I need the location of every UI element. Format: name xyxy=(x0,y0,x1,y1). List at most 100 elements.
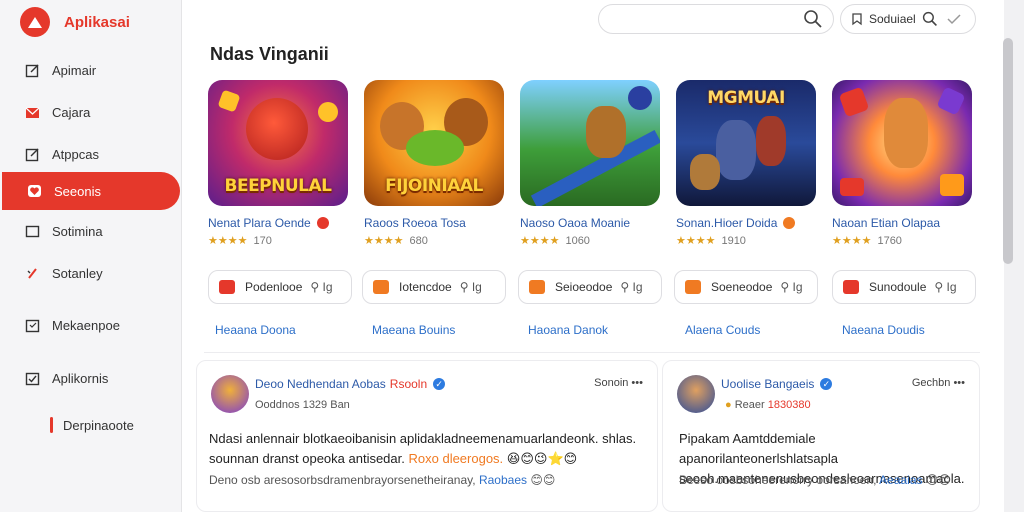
sidebar-item-label: Cajara xyxy=(52,104,91,120)
avatar[interactable] xyxy=(211,375,249,413)
sidebar-subitem[interactable]: Derpinaoote xyxy=(0,406,182,444)
app-card-3[interactable]: Naoso Oaoa Moanie ★★★★ 1060 xyxy=(520,80,670,247)
checkmark-icon[interactable] xyxy=(946,13,962,25)
square-icon xyxy=(24,223,40,239)
sidebar-item-label: Mekaenpoe xyxy=(52,317,120,333)
search-input[interactable] xyxy=(598,4,834,34)
app-title: Naoso Oaoa Moanie xyxy=(520,216,631,230)
sidebar-item-3[interactable]: Atppcas xyxy=(0,135,182,173)
app-link[interactable]: Alaena Couds xyxy=(685,323,760,337)
pin-icon: ⚲ Ig xyxy=(934,280,957,294)
app-action-button[interactable]: Seioeodoe ⚲ Ig xyxy=(518,270,662,304)
app-banner-text: FIJOINIAAL xyxy=(385,176,483,196)
main-panel: Soduiael Ndas Vinganii BEEPNULAL Nenat P… xyxy=(182,0,1004,512)
post-meta: Ooddnos 1329 Ban xyxy=(255,399,350,411)
app-thumbnail[interactable] xyxy=(832,80,972,206)
emoji-icon: 😊😊 xyxy=(530,473,556,487)
brand[interactable]: Aplikasai xyxy=(20,7,130,37)
app-link[interactable]: Naeana Doudis xyxy=(842,323,925,337)
sidebar-item-1[interactable]: Apimair xyxy=(0,51,182,89)
app-thumbnail[interactable]: FIJOINIAAL xyxy=(364,80,504,206)
app-link[interactable]: Haoana Danok xyxy=(528,323,608,337)
action-label: Sunodoule xyxy=(869,280,927,294)
sidebar-item-5[interactable]: Sotimina xyxy=(0,212,182,250)
app-banner-text: MGMUAI xyxy=(707,88,785,108)
search-icon[interactable] xyxy=(922,11,938,27)
post-meta: ● Reaer 1830380 xyxy=(725,399,811,411)
app-rating: ★★★★ 1060 xyxy=(520,234,590,248)
app-link[interactable]: Maeana Bouins xyxy=(372,323,455,337)
app-link[interactable]: Heaana Doona xyxy=(215,323,296,337)
app-title: Sonan.Hioer Doida xyxy=(676,216,826,230)
sidebar-item-label: Seeonis xyxy=(54,183,101,199)
avatar[interactable] xyxy=(677,375,715,413)
sidebar-item-label: Sotimina xyxy=(52,223,103,239)
bookmark-icon xyxy=(373,280,389,294)
app-card-5[interactable]: Naoan Etian Olapaa ★★★★ 1760 xyxy=(832,80,982,247)
post-menu[interactable]: Sonoin ••• xyxy=(594,377,643,389)
sidebar-item-6[interactable]: Sotanley xyxy=(0,254,182,292)
app-card-2[interactable]: FIJOINIAAL Raoos Roeoa Tosa ★★★★ 680 xyxy=(364,80,514,247)
app-action-button[interactable]: Podenlooe ⚲ Ig xyxy=(208,270,352,304)
sidebar-item-8[interactable]: Aplikornis xyxy=(0,359,182,397)
app-thumbnail[interactable]: BEEPNULAL xyxy=(208,80,348,206)
app-thumbnail[interactable]: MGMUAI xyxy=(676,80,816,206)
filter-search[interactable]: Soduiael xyxy=(840,4,976,34)
section-title: Ndas Vinganii xyxy=(210,44,329,64)
sidebar-item-label: Apimair xyxy=(52,62,97,78)
sidebar-item-2[interactable]: Cajara xyxy=(0,93,182,131)
app-card-1[interactable]: BEEPNULAL Nenat Plara Oende ★★★★ 170 xyxy=(208,80,358,247)
verified-check-icon: ✓ xyxy=(820,378,833,390)
post-footer: Beeso oosbsoheerenorry oorsanoen, Aeaaia… xyxy=(679,473,951,487)
app-action-button[interactable]: Soeneodoe ⚲ Ig xyxy=(674,270,818,304)
tag-icon xyxy=(852,13,862,26)
sidebar-item-7[interactable]: Mekaenpoe xyxy=(0,306,182,344)
search-icon[interactable] xyxy=(803,9,823,34)
app-title: Raoos Roeoa Tosa xyxy=(364,216,466,230)
app-rating: ★★★★ 170 xyxy=(208,234,272,248)
edit-icon xyxy=(24,146,40,162)
app-rating: ★★★★ 1910 xyxy=(676,234,746,248)
sidebar-item-label: Derpinaoote xyxy=(63,417,134,433)
app-rating: ★★★★ 1760 xyxy=(832,234,902,248)
pin-icon: ⚲ Ig xyxy=(620,280,643,294)
app-action-button[interactable]: Iotencdoe ⚲ Ig xyxy=(362,270,506,304)
action-label: Seioeodoe xyxy=(555,280,613,294)
post-card-1: Deoo Nedhendan Aobas Rsooln ✓ Ooddnos 13… xyxy=(196,360,658,512)
bookmark-icon xyxy=(843,280,859,294)
heart-icon xyxy=(26,183,42,199)
post-card-2: Uoolise Bangaeis ✓ ● Reaer 1830380 Gechb… xyxy=(662,360,980,512)
action-label: Iotencdoe xyxy=(399,280,452,294)
action-label: Podenlooe xyxy=(245,280,303,294)
app-rating: ★★★★ 680 xyxy=(364,234,428,248)
scrollbar-thumb[interactable] xyxy=(1003,38,1013,264)
sidebar: Aplikasai Apimair Cajara Atppcas Seeonis… xyxy=(0,0,182,512)
mail-icon xyxy=(24,104,40,120)
sidebar-item-label: Aplikornis xyxy=(52,370,109,386)
post-footer: Deno osb aresosorbsdramenbrayorsenetheir… xyxy=(209,473,556,487)
post-author[interactable]: Deoo Nedhendan Aobas Rsooln ✓ xyxy=(255,377,446,391)
filter-label: Soduiael xyxy=(869,12,916,26)
verified-badge-icon xyxy=(316,217,329,229)
post-author[interactable]: Uoolise Bangaeis ✓ xyxy=(721,377,833,391)
app-title: Nenat Plara Oende xyxy=(208,216,358,230)
bookmark-icon xyxy=(529,280,545,294)
app-name: Aplikasai xyxy=(64,13,130,31)
checkbox-icon xyxy=(24,370,40,386)
sidebar-item-active[interactable]: Seeonis xyxy=(2,172,180,210)
verified-check-icon: ✓ xyxy=(433,378,446,390)
edit-icon xyxy=(24,62,40,78)
heart-icon xyxy=(24,265,40,281)
app-card-4[interactable]: MGMUAI Sonan.Hioer Doida ★★★★ 1910 xyxy=(676,80,826,247)
app-action-button[interactable]: Sunodoule ⚲ Ig xyxy=(832,270,976,304)
sidebar-item-label: Sotanley xyxy=(52,265,103,281)
app-thumbnail[interactable] xyxy=(520,80,660,206)
emoji-icon: 😊😊 xyxy=(925,473,951,487)
sub-marker-icon xyxy=(50,417,53,433)
pin-icon: ⚲ Ig xyxy=(310,280,333,294)
pin-icon: ⚲ Ig xyxy=(459,280,482,294)
camera-icon xyxy=(219,280,235,294)
app-logo-icon xyxy=(20,7,50,37)
post-menu[interactable]: Gechbn ••• xyxy=(912,377,965,389)
app-title: Naoan Etian Olapaa xyxy=(832,216,941,230)
